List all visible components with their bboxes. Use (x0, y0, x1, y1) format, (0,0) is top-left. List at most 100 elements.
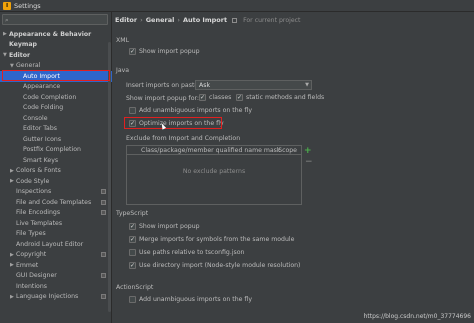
as-add-unambiguous-label: Add unambiguous imports on the fly (139, 296, 252, 303)
ts-merge-imports-option[interactable]: Merge imports for symbols from the same … (129, 236, 294, 243)
sidebar-item-smart-keys[interactable]: Smart Keys (0, 155, 112, 166)
add-pattern-button[interactable]: + (304, 146, 312, 156)
project-scope-icon (101, 252, 106, 258)
sidebar-item-label: Keymap (9, 41, 37, 49)
sidebar-item-label: General (16, 62, 41, 70)
sidebar-item-file-and-code-templates[interactable]: File and Code Templates (0, 197, 112, 208)
section-xml: XML (116, 37, 130, 44)
sidebar-item-label: GUI Designer (16, 272, 57, 280)
ts-use-paths-label: Use paths relative to tsconfig.json (139, 249, 245, 256)
sidebar-item-inspections[interactable]: Inspections (0, 187, 112, 198)
sidebar-item-label: Code Style (16, 177, 50, 185)
ts-show-import-popup-option[interactable]: Show import popup (129, 223, 200, 230)
sidebar-item-copyright[interactable]: ▶ Copyright (0, 250, 112, 261)
project-scope-icon (101, 189, 106, 195)
sidebar-item-postfix-completion[interactable]: Postfix Completion (0, 145, 112, 156)
breadcrumb-separator: › (177, 16, 180, 24)
sidebar-item-appearance[interactable]: Appearance (0, 82, 112, 93)
sidebar-item-code-style[interactable]: ▶ Code Style (0, 176, 112, 187)
sidebar-item-label: Auto Import (23, 72, 60, 80)
xml-show-import-popup-label: Show import popup (139, 48, 200, 55)
sidebar-item-label: Emmet (16, 261, 39, 269)
table-empty-text: No exclude patterns (182, 168, 246, 175)
insert-on-paste-select[interactable]: Ask ▼ (195, 80, 312, 90)
sidebar-item-label: Appearance (23, 83, 61, 91)
sidebar-item-label: Inspections (16, 188, 52, 196)
ts-use-paths-checkbox[interactable] (129, 249, 136, 256)
ts-use-directory-option[interactable]: Use directory import (Node-style module … (129, 262, 300, 269)
sidebar-item-label: Gutter Icons (23, 135, 62, 143)
sidebar-item-keymap[interactable]: Keymap (0, 40, 112, 51)
sidebar-item-editor-tabs[interactable]: Editor Tabs (0, 124, 112, 135)
sidebar-item-label: Live Templates (16, 219, 63, 227)
sidebar-item-colors-fonts[interactable]: ▶ Colors & Fonts (0, 166, 112, 177)
exclude-label: Exclude from Import and Completion (126, 135, 241, 142)
as-add-unambiguous-option[interactable]: Add unambiguous imports on the fly (129, 296, 252, 303)
exclude-table[interactable]: Class/package/member qualified name mask… (126, 145, 302, 205)
ts-merge-imports-checkbox[interactable] (129, 236, 136, 243)
breadcrumb-general: General (145, 16, 175, 24)
content-panel: Editor › General › Auto Import For curre… (113, 12, 474, 323)
add-unambiguous-option[interactable]: Add unambiguous imports on the fly (129, 107, 252, 114)
breadcrumb: Editor › General › Auto Import For curre… (115, 15, 300, 25)
optimize-imports-option[interactable]: Optimize imports on the fly (129, 120, 224, 127)
optimize-imports-label: Optimize imports on the fly (139, 120, 224, 127)
section-actionscript: ActionScript (116, 284, 154, 291)
sidebar-item-console[interactable]: Console (0, 113, 112, 124)
optimize-imports-checkbox[interactable] (129, 120, 136, 127)
classes-label: classes (209, 94, 232, 101)
insert-on-paste-label: Insert imports on paste: (126, 82, 201, 89)
classes-checkbox[interactable] (199, 94, 206, 101)
show-popup-for-label: Show import popup for: (126, 95, 199, 102)
column-header-scope[interactable]: Scope (278, 147, 297, 154)
sidebar-item-label: Console (23, 114, 48, 122)
exclude-table-header: Class/package/member qualified name mask… (127, 146, 301, 155)
sidebar-item-label: File Types (16, 230, 46, 238)
settings-search-input[interactable]: ⌕ (2, 14, 108, 25)
app-icon: I (3, 1, 11, 10)
sidebar-item-label: Editor Tabs (23, 125, 57, 133)
sidebar-item-code-folding[interactable]: Code Folding (0, 103, 112, 114)
xml-show-import-popup-option[interactable]: Show import popup (129, 48, 200, 55)
sidebar-item-general[interactable]: ▼ General (0, 61, 112, 72)
sidebar-item-editor[interactable]: ▼ Editor (0, 50, 112, 61)
xml-show-import-popup-checkbox[interactable] (129, 48, 136, 55)
window-title: Settings (14, 1, 41, 10)
sidebar-item-file-encodings[interactable]: File Encodings (0, 208, 112, 219)
ts-use-paths-option[interactable]: Use paths relative to tsconfig.json (129, 249, 244, 256)
project-scope-icon (101, 199, 106, 205)
classes-option[interactable]: classes (199, 94, 231, 101)
sidebar-item-auto-import[interactable]: Auto Import (0, 71, 112, 82)
sidebar-item-label: Language Injections (16, 293, 79, 301)
project-scope-icon (101, 294, 106, 300)
ts-show-import-popup-checkbox[interactable] (129, 223, 136, 230)
sidebar-item-appearance-behavior[interactable]: ▶ Appearance & Behavior (0, 29, 112, 40)
sidebar-item-label: Postfix Completion (23, 146, 81, 154)
project-scope-icon (101, 210, 106, 216)
chevron-down-icon: ▼ (305, 82, 309, 88)
add-unambiguous-checkbox[interactable] (129, 107, 136, 114)
sidebar-item-live-templates[interactable]: Live Templates (0, 218, 112, 229)
sidebar-item-language-injections[interactable]: ▶ Language Injections (0, 292, 112, 303)
sidebar-item-label: Intentions (16, 282, 47, 290)
sidebar-item-code-completion[interactable]: Code Completion (0, 92, 112, 103)
add-unambiguous-label: Add unambiguous imports on the fly (139, 107, 252, 114)
as-add-unambiguous-checkbox[interactable] (129, 296, 136, 303)
insert-on-paste-value: Ask (199, 81, 211, 89)
static-methods-checkbox[interactable] (236, 94, 243, 101)
sidebar-item-gutter-icons[interactable]: Gutter Icons (0, 134, 112, 145)
sidebar-item-android-layout-editor[interactable]: Android Layout Editor (0, 239, 112, 250)
remove-pattern-button[interactable]: − (305, 157, 313, 167)
column-header-mask[interactable]: Class/package/member qualified name mask (141, 147, 281, 154)
ts-use-directory-checkbox[interactable] (129, 262, 136, 269)
ts-show-import-popup-label: Show import popup (139, 223, 200, 230)
search-icon: ⌕ (5, 16, 9, 24)
sidebar-item-intentions[interactable]: Intentions (0, 281, 112, 292)
static-methods-option[interactable]: static methods and fields (236, 94, 324, 101)
static-methods-label: static methods and fields (246, 94, 325, 101)
sidebar-item-file-types[interactable]: File Types (0, 229, 112, 240)
sidebar-item-gui-designer[interactable]: GUI Designer (0, 271, 112, 282)
sidebar-scrollbar[interactable] (108, 42, 111, 312)
settings-sidebar: ⌕ ▶ Appearance & Behavior Keymap ▼ Editor ▼ Ge… (0, 12, 112, 323)
sidebar-item-emmet[interactable]: ▶ Emmet (0, 260, 112, 271)
